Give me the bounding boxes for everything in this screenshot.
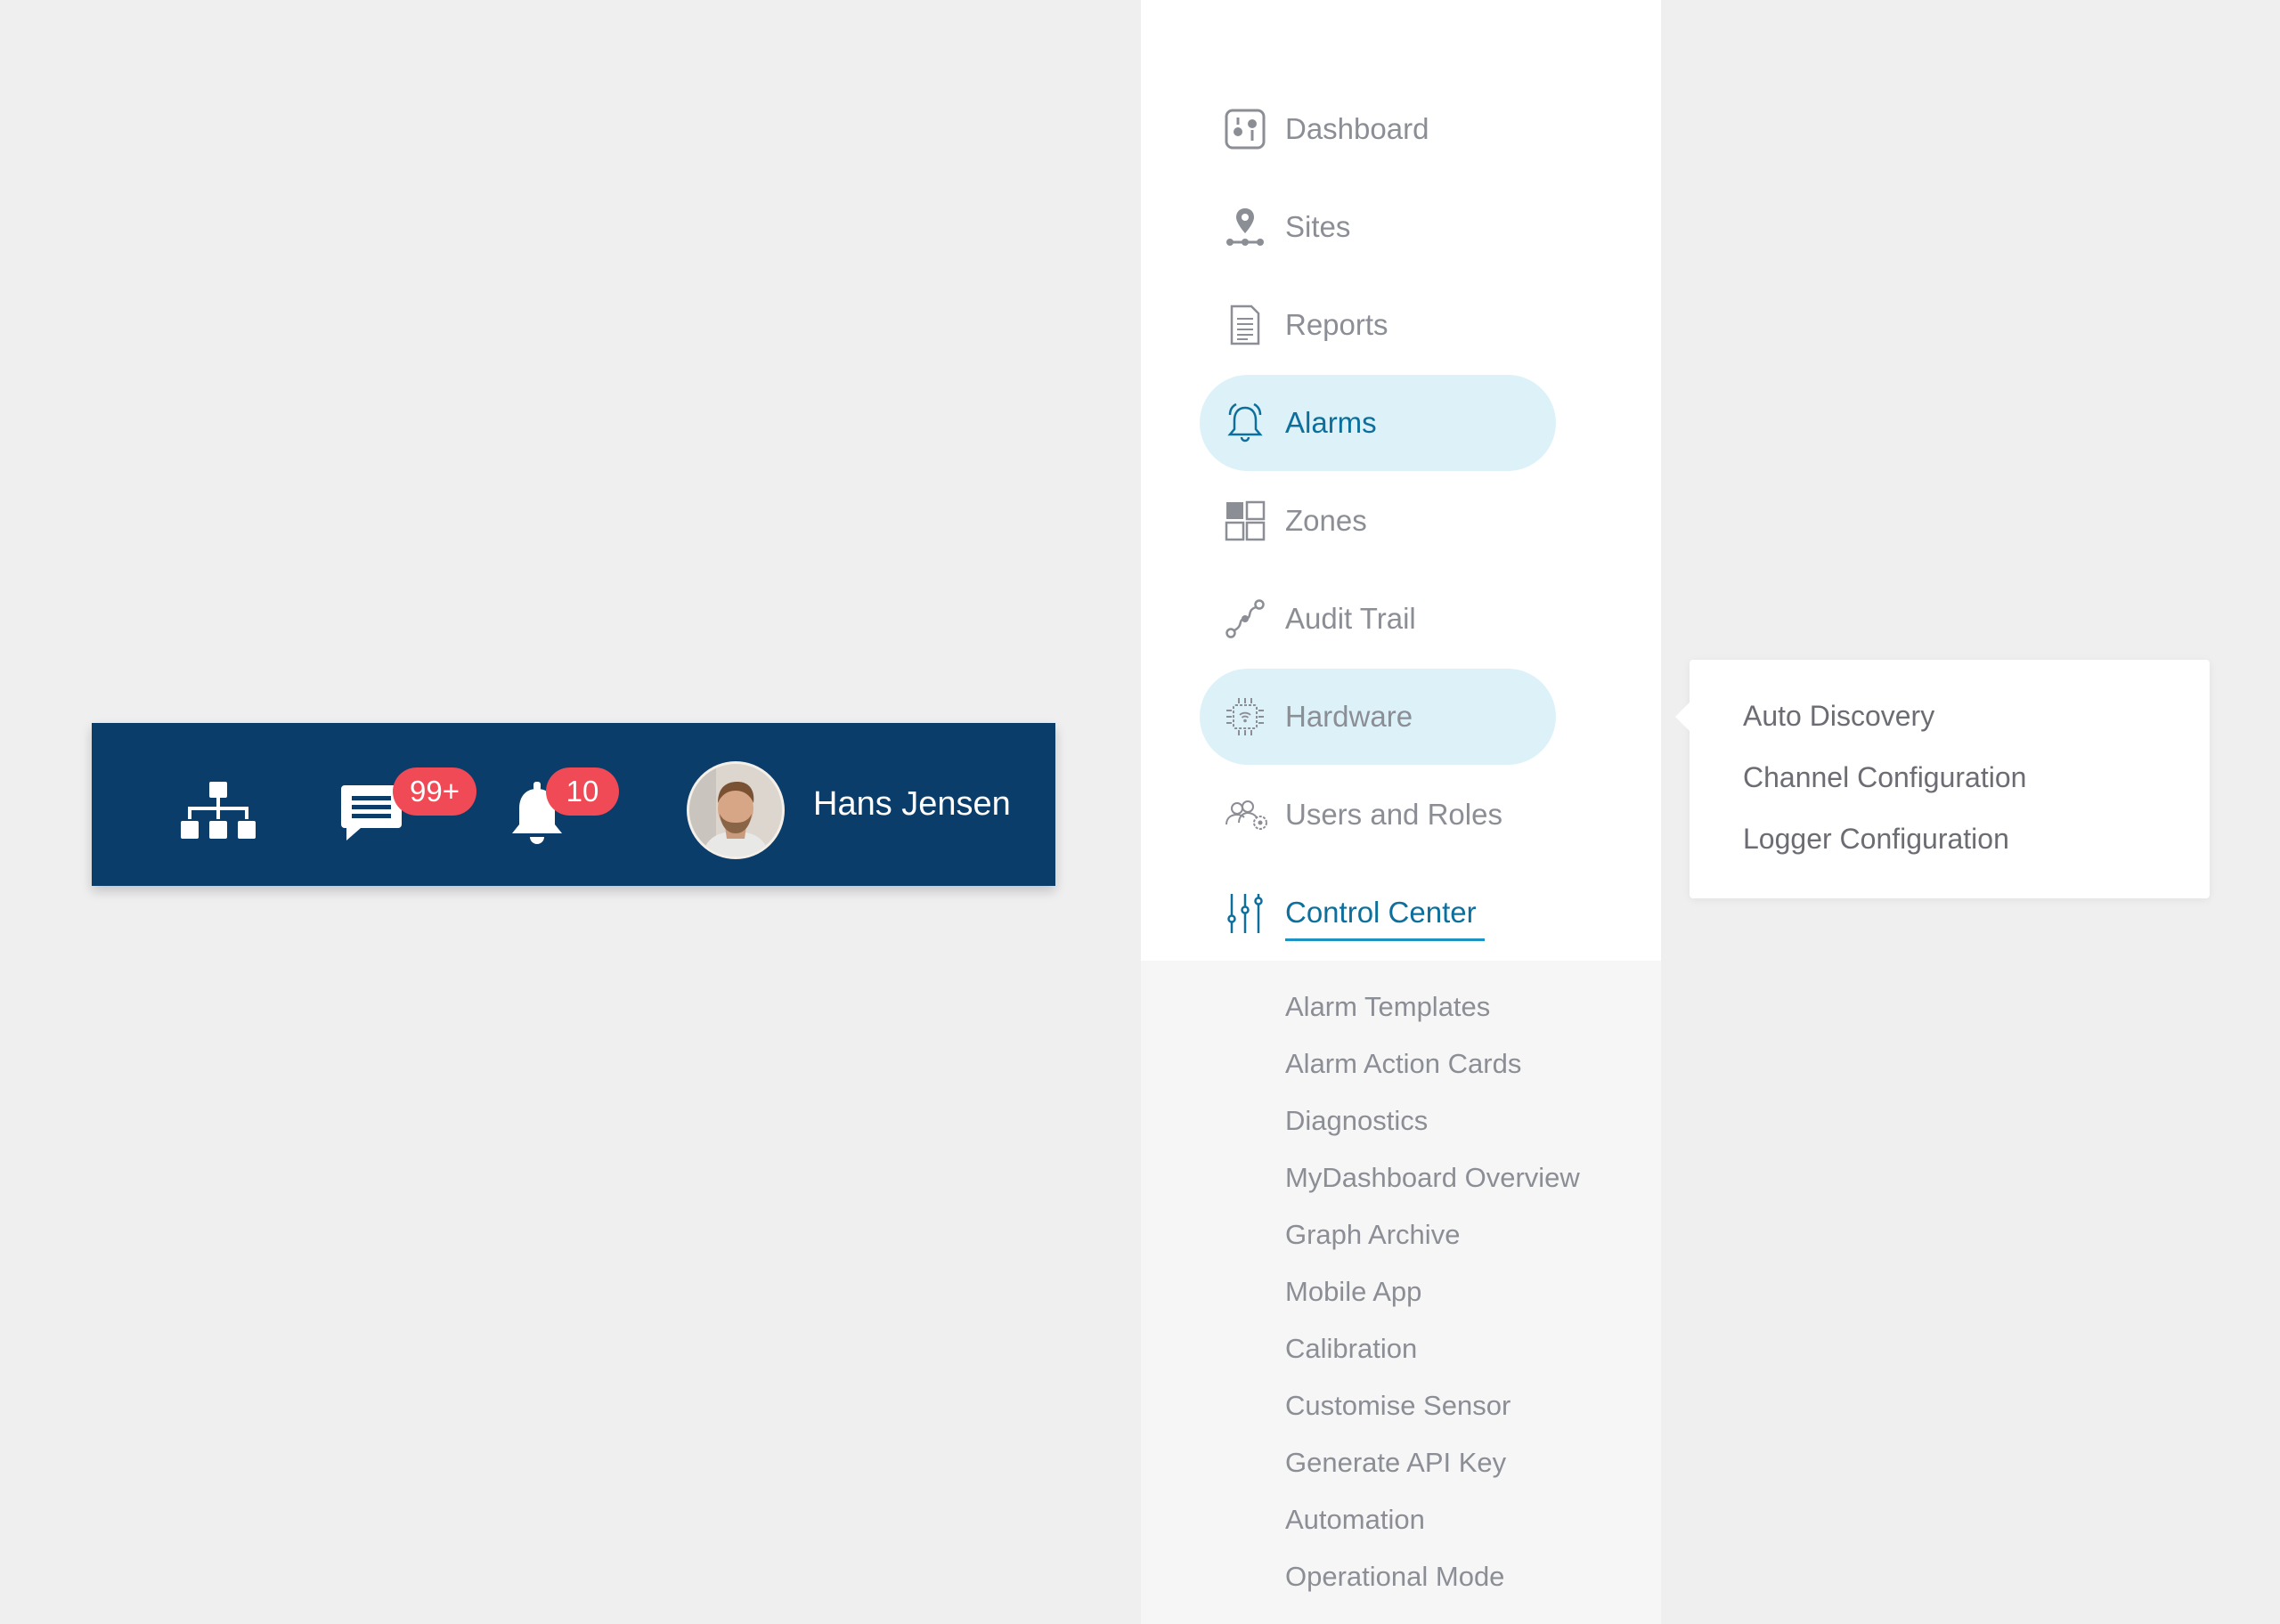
trail-icon	[1225, 598, 1266, 639]
document-icon	[1225, 304, 1266, 345]
active-underline	[1285, 938, 1485, 941]
hierarchy-icon[interactable]	[181, 782, 256, 840]
nav-item-audit-trail[interactable]: Audit Trail	[1200, 571, 1556, 667]
location-pin-icon	[1225, 207, 1266, 248]
nav-item-users-and-roles[interactable]: Users and Roles	[1200, 767, 1556, 863]
alarm-bell-icon	[1225, 402, 1266, 443]
nav-item-label: Users and Roles	[1285, 798, 1502, 831]
submenu-item-alarm-action-cards[interactable]: Alarm Action Cards	[1285, 1044, 1521, 1084]
submenu-item-calibration[interactable]: Calibration	[1285, 1329, 1417, 1368]
nav-item-hardware[interactable]: Hardware	[1200, 669, 1556, 765]
nav-item-label: Hardware	[1285, 700, 1413, 733]
submenu-item-generate-api-key[interactable]: Generate API Key	[1285, 1443, 1506, 1482]
flyout-pointer	[1675, 701, 1691, 733]
nav-item-label: Alarms	[1285, 406, 1377, 439]
submenu-item-customise-sensor[interactable]: Customise Sensor	[1285, 1386, 1510, 1425]
hardware-flyout-menu: Auto Discovery Channel Configuration Log…	[1675, 660, 2210, 898]
nav-item-dashboard[interactable]: Dashboard	[1200, 81, 1556, 177]
dashboard-icon	[1225, 109, 1266, 150]
nav-item-label: Audit Trail	[1285, 602, 1416, 635]
user-name[interactable]: Hans Jensen	[813, 780, 1011, 828]
nav-item-zones[interactable]: Zones	[1200, 473, 1556, 569]
flyout-item-channel-configuration[interactable]: Channel Configuration	[1743, 757, 2026, 798]
sliders-icon	[1225, 892, 1266, 933]
chip-icon	[1225, 696, 1266, 737]
submenu-item-mydashboard-overview[interactable]: MyDashboard Overview	[1285, 1158, 1580, 1198]
submenu-item-operational-mode[interactable]: Operational Mode	[1285, 1557, 1504, 1596]
nav-item-control-center[interactable]: Control Center	[1200, 865, 1556, 961]
users-icon	[1225, 794, 1267, 835]
top-bar: 99+ 10 Hans Jensen	[92, 723, 1055, 886]
nav-item-label: Sites	[1285, 210, 1351, 243]
submenu-item-mobile-app[interactable]: Mobile App	[1285, 1272, 1421, 1311]
submenu-item-automation[interactable]: Automation	[1285, 1500, 1425, 1539]
submenu-item-diagnostics[interactable]: Diagnostics	[1285, 1101, 1428, 1141]
nav-item-label: Reports	[1285, 308, 1388, 341]
flyout-item-logger-configuration[interactable]: Logger Configuration	[1743, 818, 2009, 859]
messages-count-badge: 99+	[393, 767, 476, 816]
control-center-submenu: Alarm Templates Alarm Action Cards Diagn…	[1141, 961, 1661, 1624]
side-navigation: Dashboard Sites Reports Alarms Zones Aud…	[1141, 0, 1661, 1624]
submenu-item-graph-archive[interactable]: Graph Archive	[1285, 1215, 1460, 1255]
nav-item-label: Dashboard	[1285, 112, 1429, 145]
nav-item-alarms[interactable]: Alarms	[1200, 375, 1556, 471]
notifications-count-badge: 10	[546, 767, 619, 816]
submenu-item-alarm-templates[interactable]: Alarm Templates	[1285, 987, 1490, 1027]
flyout-item-auto-discovery[interactable]: Auto Discovery	[1743, 695, 1934, 736]
grid-icon	[1225, 500, 1266, 541]
avatar[interactable]	[687, 761, 785, 859]
nav-item-reports[interactable]: Reports	[1200, 277, 1556, 373]
nav-item-label: Control Center	[1285, 896, 1477, 929]
nav-item-label: Zones	[1285, 504, 1367, 537]
nav-item-sites[interactable]: Sites	[1200, 179, 1556, 275]
